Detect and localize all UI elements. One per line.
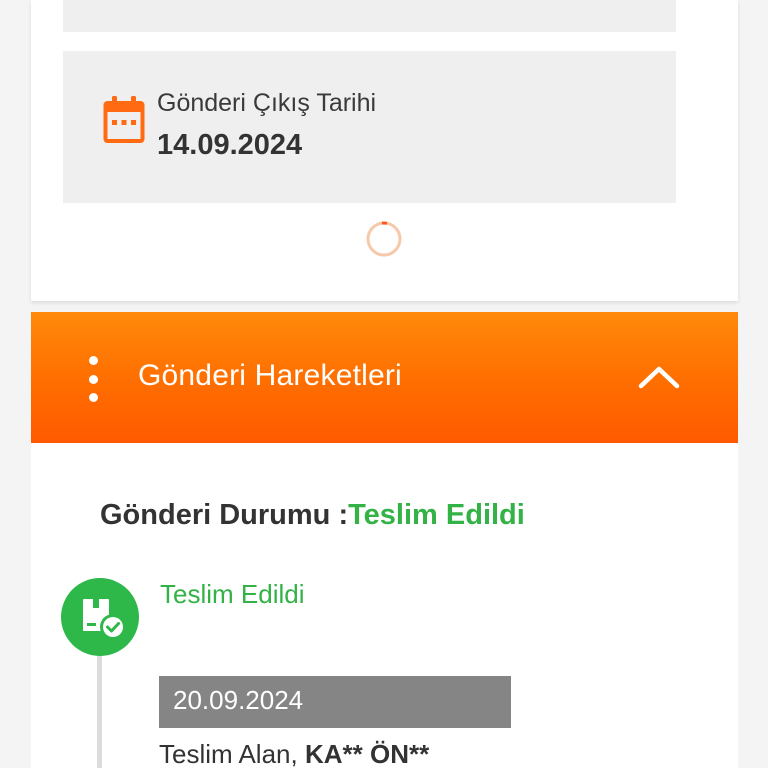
timeline-event-title: Teslim Edildi — [160, 579, 305, 609]
departure-date-value: 14.09.2024 — [157, 129, 303, 161]
receiver-label: Teslim Alan, — [159, 739, 305, 768]
departure-date-box: Gönderi Çıkış Tarihi 14.09.2024 — [63, 51, 676, 203]
shipment-status: Gönderi Durumu :Teslim Edildi — [100, 499, 525, 532]
chevron-up-icon[interactable] — [637, 362, 681, 392]
previous-info-box — [63, 0, 676, 32]
departure-date-label: Gönderi Çıkış Tarihi — [157, 89, 377, 117]
timeline-event-date: 20.09.2024 — [159, 676, 511, 728]
timeline-event-receiver: Teslim Alan, KA** ÖN** — [159, 739, 429, 768]
shipment-info-card: Gönderi Çıkış Tarihi 14.09.2024 — [31, 0, 738, 301]
shipment-status-label: Gönderi Durumu : — [100, 499, 349, 531]
package-delivered-icon — [61, 578, 139, 656]
kebab-menu-icon[interactable] — [81, 356, 105, 402]
shipment-movements-header[interactable]: Gönderi Hareketleri — [31, 312, 738, 443]
calendar-icon — [103, 96, 145, 143]
shipment-status-value: Teslim Edildi — [348, 499, 525, 531]
receiver-name: KA** ÖN** — [304, 739, 430, 768]
loading-spinner-icon — [366, 221, 402, 257]
timeline-line — [97, 643, 102, 768]
shipment-movements-panel: Gönderi Durumu :Teslim Edildi Teslim Edi… — [31, 443, 738, 768]
shipment-movements-title: Gönderi Hareketleri — [138, 359, 402, 392]
